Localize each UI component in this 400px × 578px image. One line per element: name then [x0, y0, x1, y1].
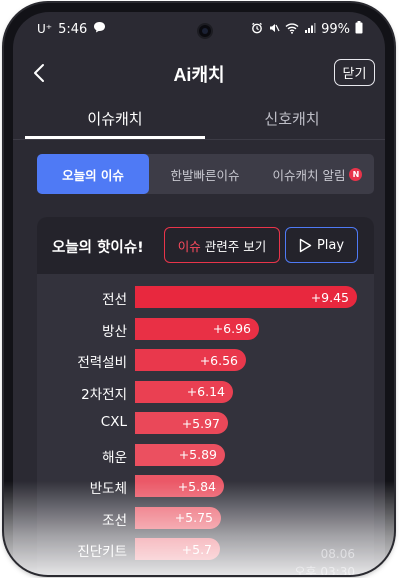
page-title: Ai캐치	[173, 65, 225, 85]
timestamp-overlay: 08.06 오후 03:30	[295, 545, 355, 575]
issue-value: +9.45	[310, 289, 349, 305]
overlay-date: 08.06	[320, 547, 355, 561]
issue-row[interactable]: 조선 +5.75	[37, 506, 374, 530]
card-header: 오늘의 핫이슈! 이슈 관련주 보기 Play	[37, 217, 374, 274]
issue-name: 방산	[102, 323, 127, 340]
clock: 5:46	[58, 21, 88, 37]
hot-issue-card: 오늘의 핫이슈! 이슈 관련주 보기 Play 전선 +9.45 방산 +6.96 전력…	[37, 217, 374, 575]
issue-value: +5.75	[174, 510, 213, 525]
tab-signal-catch[interactable]: 신호캐치	[199, 108, 385, 129]
battery-icon	[355, 21, 363, 38]
phone-frame: U⁺ 5:46 99% Ai캐치 닫기 이슈캐치 신호캐치 오늘의 이슈 한발빠…	[4, 3, 394, 575]
issue-bar: +5.97	[135, 412, 228, 434]
issue-name: 진단키트	[77, 544, 127, 560]
issue-name: 반도체	[89, 481, 127, 497]
issue-row[interactable]: 전력설비 +6.56	[37, 348, 374, 372]
issue-value: +5.89	[178, 447, 217, 462]
alarm-icon	[251, 22, 263, 38]
play-icon	[299, 238, 312, 252]
tab-divider	[13, 139, 385, 140]
issue-bar: +5.84	[135, 475, 224, 497]
issue-bar: +9.45	[135, 286, 357, 308]
issue-name: 전력설비	[77, 355, 127, 371]
wifi-icon	[285, 22, 299, 38]
issue-value: +6.56	[199, 352, 238, 368]
battery-level: 99%	[321, 22, 350, 37]
subtab-today-issue[interactable]: 오늘의 이슈	[37, 154, 149, 194]
sub-tab-bar: 오늘의 이슈 한발빠른이슈 이슈캐치 알림 N	[37, 154, 374, 194]
issue-bar: +6.56	[135, 349, 246, 371]
issue-row[interactable]: CXL +5.97	[37, 411, 374, 435]
issue-name: CXL	[100, 414, 127, 430]
issue-row[interactable]: 2차전지 +6.14	[37, 380, 374, 404]
app-header: Ai캐치 닫기	[13, 48, 385, 98]
related-stocks-button[interactable]: 이슈 관련주 보기	[164, 227, 280, 263]
status-bar: U⁺ 5:46 99%	[13, 12, 385, 48]
subtab-issue-alert[interactable]: 이슈캐치 알림 N	[261, 154, 374, 194]
mute-icon	[268, 22, 280, 38]
issue-row[interactable]: 해운 +5.89	[37, 443, 374, 467]
status-right: 99%	[251, 21, 363, 38]
active-tab-indicator	[25, 136, 205, 139]
signal-icon	[304, 22, 316, 38]
front-camera	[199, 25, 211, 37]
related-label: 관련주 보기	[204, 238, 267, 254]
app-screen: U⁺ 5:46 99% Ai캐치 닫기 이슈캐치 신호캐치 오늘의 이슈 한발빠…	[13, 12, 385, 575]
play-label: Play	[316, 237, 345, 253]
new-badge: N	[349, 167, 363, 181]
main-tab-bar: 이슈캐치 신호캐치	[13, 98, 385, 140]
carrier-label: U⁺	[37, 22, 53, 36]
subtab-issue-alert-label: 이슈캐치 알림	[272, 167, 346, 183]
issue-row[interactable]: 반도체 +5.84	[37, 474, 374, 498]
status-left: U⁺ 5:46	[37, 21, 106, 37]
issue-row[interactable]: 방산 +6.96	[37, 317, 374, 341]
close-button[interactable]: 닫기	[334, 59, 375, 86]
issue-row[interactable]: 전선 +9.45	[37, 285, 374, 309]
issue-value: +6.14	[186, 384, 225, 399]
subtab-early-issue[interactable]: 한발빠른이슈	[149, 154, 261, 194]
play-button[interactable]: Play	[285, 227, 358, 263]
issue-name: 조선	[102, 512, 127, 529]
issue-bar: +6.14	[135, 380, 233, 403]
issue-value: +5.97	[181, 415, 220, 431]
card-title: 오늘의 핫이슈!	[52, 240, 144, 256]
messenger-icon	[93, 21, 106, 37]
issue-name: 전선	[102, 292, 127, 308]
issue-value: +6.96	[212, 321, 251, 336]
issue-bar: +5.7	[135, 538, 220, 560]
overlay-time: 오후 03:30	[294, 565, 355, 575]
related-keyword: 이슈	[177, 238, 201, 254]
issue-value: +5.7	[181, 541, 212, 557]
issue-bar: +5.75	[135, 506, 221, 529]
issue-bar: +5.89	[135, 443, 225, 466]
tab-issue-catch[interactable]: 이슈캐치	[22, 108, 208, 129]
issue-value: +5.84	[177, 478, 216, 494]
issue-name: 2차전지	[81, 386, 127, 403]
issue-bar: +6.96	[135, 317, 259, 340]
issue-name: 해운	[102, 449, 127, 466]
